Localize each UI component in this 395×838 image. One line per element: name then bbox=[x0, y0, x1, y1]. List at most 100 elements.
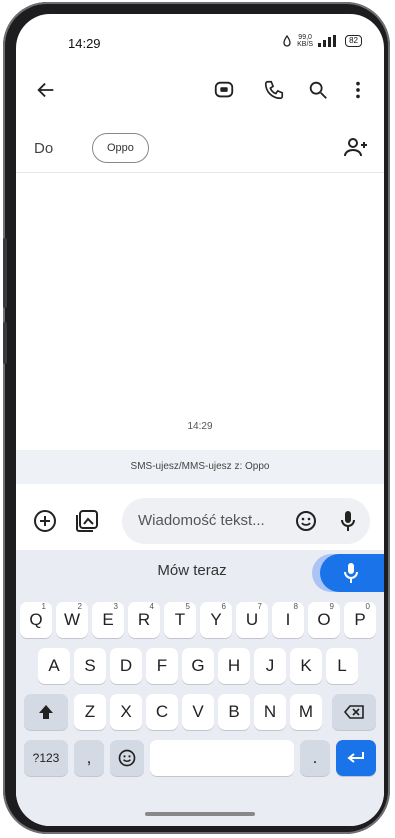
voice-mic-icon bbox=[344, 563, 358, 583]
network-rate-value: 99,0 bbox=[298, 34, 312, 41]
power-button bbox=[3, 322, 7, 364]
key-r[interactable]: R4 bbox=[128, 602, 160, 638]
backspace-key[interactable] bbox=[332, 694, 376, 730]
more-vert-icon[interactable] bbox=[340, 72, 376, 108]
key-number-hint: 8 bbox=[293, 602, 298, 611]
home-indicator[interactable] bbox=[145, 812, 255, 816]
key-l[interactable]: L bbox=[326, 648, 358, 684]
key-label: T bbox=[174, 610, 186, 629]
key-number-hint: 5 bbox=[185, 602, 190, 611]
key-label: Q bbox=[29, 610, 43, 629]
enter-key[interactable] bbox=[336, 740, 376, 776]
compose-row: Wiadomość tekst... bbox=[16, 498, 384, 546]
symbols-key[interactable]: ?123 bbox=[24, 740, 68, 776]
key-y[interactable]: Y6 bbox=[200, 602, 232, 638]
key-x[interactable]: X bbox=[110, 694, 142, 730]
key-number-hint: 0 bbox=[365, 602, 370, 611]
mic-icon[interactable] bbox=[336, 508, 360, 534]
key-row-3: ZXCVBNM bbox=[16, 694, 384, 730]
key-j[interactable]: J bbox=[254, 648, 286, 684]
key-label: U bbox=[245, 610, 259, 629]
key-n[interactable]: N bbox=[254, 694, 286, 730]
key-b[interactable]: B bbox=[218, 694, 250, 730]
add-person-icon[interactable] bbox=[342, 134, 370, 162]
back-arrow-icon[interactable] bbox=[28, 72, 64, 108]
key-e[interactable]: E3 bbox=[92, 602, 124, 638]
key-t[interactable]: T5 bbox=[164, 602, 196, 638]
status-icons: 99,0 KB/S 82 bbox=[282, 34, 362, 48]
key-row-2: ASDFGHJKL bbox=[16, 648, 384, 684]
key-w[interactable]: W2 bbox=[56, 602, 88, 638]
voice-mic-button[interactable] bbox=[320, 554, 384, 592]
status-time: 14:29 bbox=[68, 36, 101, 51]
key-number-hint: 3 bbox=[113, 602, 118, 611]
key-a[interactable]: A bbox=[38, 648, 70, 684]
key-label: P bbox=[354, 610, 366, 629]
volume-button bbox=[3, 238, 7, 308]
sms-notice-bar: SMS-ujesz/MMS-ujesz z: Oppo bbox=[16, 450, 384, 484]
key-c[interactable]: C bbox=[146, 694, 178, 730]
phone-icon[interactable] bbox=[256, 72, 292, 108]
add-attachment-icon[interactable] bbox=[32, 508, 58, 534]
app-bar bbox=[16, 72, 384, 108]
key-label: Y bbox=[210, 610, 222, 629]
signal-icon bbox=[318, 35, 337, 47]
key-g[interactable]: G bbox=[182, 648, 214, 684]
key-z[interactable]: Z bbox=[74, 694, 106, 730]
key-row-4: ?123 , . bbox=[16, 740, 384, 776]
backspace-icon bbox=[343, 705, 364, 719]
to-label: Do bbox=[34, 140, 54, 157]
search-icon[interactable] bbox=[300, 72, 336, 108]
key-number-hint: 6 bbox=[221, 602, 226, 611]
battery-indicator: 82 bbox=[345, 35, 362, 47]
key-f[interactable]: F bbox=[146, 648, 178, 684]
status-bar: 14:29 99,0 KB/S 82 bbox=[16, 14, 384, 58]
recipient-row: Do Oppo bbox=[16, 128, 384, 173]
key-d[interactable]: D bbox=[110, 648, 142, 684]
key-k[interactable]: K bbox=[290, 648, 322, 684]
key-q[interactable]: Q1 bbox=[20, 602, 52, 638]
comma-key[interactable]: , bbox=[74, 740, 104, 776]
shift-key[interactable] bbox=[24, 694, 68, 730]
message-input[interactable]: Wiadomość tekst... bbox=[122, 498, 370, 544]
message-timestamp: 14:29 bbox=[187, 421, 213, 432]
gallery-icon[interactable] bbox=[74, 508, 100, 534]
space-key[interactable] bbox=[150, 740, 294, 776]
key-label: R bbox=[137, 610, 151, 629]
key-number-hint: 2 bbox=[77, 602, 82, 611]
network-rate-unit: KB/S bbox=[297, 41, 314, 48]
key-number-hint: 7 bbox=[257, 602, 262, 611]
key-label: E bbox=[102, 610, 114, 629]
key-m[interactable]: M bbox=[290, 694, 322, 730]
network-rate: 99,0 KB/S bbox=[297, 34, 313, 48]
key-u[interactable]: U7 bbox=[236, 602, 268, 638]
message-placeholder: Wiadomość tekst... bbox=[138, 512, 265, 529]
emoji-key-icon bbox=[118, 749, 136, 767]
key-v[interactable]: V bbox=[182, 694, 214, 730]
shift-icon bbox=[39, 705, 53, 719]
key-p[interactable]: P0 bbox=[344, 602, 376, 638]
location-icon bbox=[283, 35, 291, 47]
screen: 14:29 99,0 KB/S 82 Do Oppo 14:29 SMS-uje… bbox=[16, 14, 384, 826]
voice-prompt: Mów teraz bbox=[157, 562, 227, 579]
voice-input-bar: Mów teraz bbox=[16, 550, 384, 592]
key-number-hint: 9 bbox=[329, 602, 334, 611]
emoji-key[interactable] bbox=[110, 740, 144, 776]
key-label: O bbox=[317, 610, 331, 629]
emoji-icon[interactable] bbox=[294, 509, 318, 533]
enter-icon bbox=[347, 752, 364, 763]
phone-frame: 14:29 99,0 KB/S 82 Do Oppo 14:29 SMS-uje… bbox=[3, 2, 390, 834]
key-o[interactable]: O9 bbox=[308, 602, 340, 638]
key-h[interactable]: H bbox=[218, 648, 250, 684]
key-s[interactable]: S bbox=[74, 648, 106, 684]
keyboard: Mów teraz Q1W2E3R4T5Y6U7I8O9P0 ASDFGHJKL bbox=[16, 550, 384, 826]
video-message-icon[interactable] bbox=[206, 72, 242, 108]
key-number-hint: 4 bbox=[149, 602, 154, 611]
key-number-hint: 1 bbox=[41, 602, 46, 611]
key-label: W bbox=[63, 610, 81, 629]
recipient-chip[interactable]: Oppo bbox=[92, 133, 149, 163]
period-key[interactable]: . bbox=[300, 740, 330, 776]
key-i[interactable]: I8 bbox=[272, 602, 304, 638]
key-row-1: Q1W2E3R4T5Y6U7I8O9P0 bbox=[16, 602, 384, 638]
key-label: I bbox=[285, 610, 291, 629]
